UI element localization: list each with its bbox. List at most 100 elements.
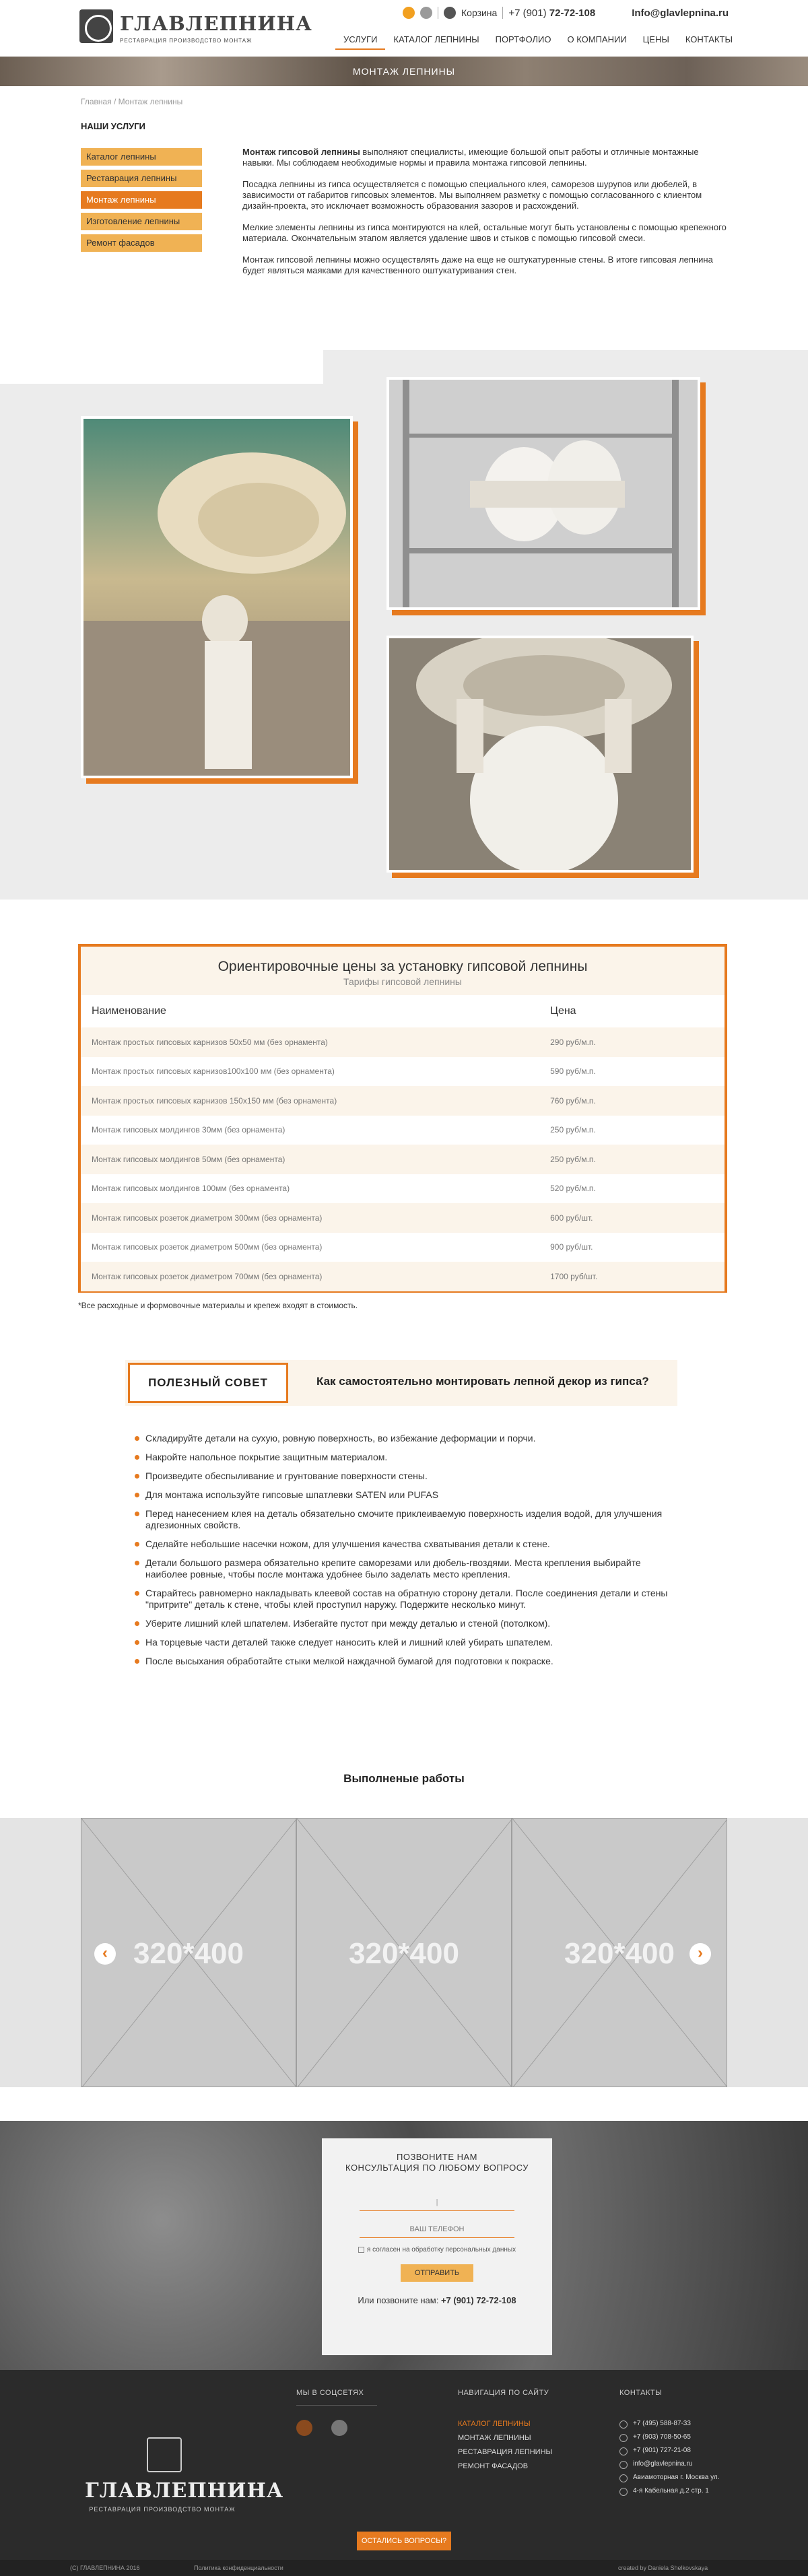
sidebar-item-restoration[interactable]: Реставрация лепнины: [81, 170, 202, 187]
header-phone[interactable]: +7 (901) 72-72-108: [508, 7, 595, 19]
site-logo[interactable]: ГЛАВЛЕПНИНА РЕСТАВРАЦИЯ ПРОИЗВОДСТВО МОН…: [79, 9, 312, 47]
list-item: Перед нанесением клея на деталь обязател…: [135, 1508, 673, 1531]
questions-button[interactable]: ОСТАЛИСЬ ВОПРОСЫ?: [357, 2532, 451, 2550]
nav-item-contacts[interactable]: КОНТАКТЫ: [677, 31, 741, 50]
photo-section-notch: [0, 350, 323, 384]
odnoklassniki-icon[interactable]: [403, 7, 415, 19]
price-table-subtitle: Тарифы гипсовой лепнины: [343, 976, 462, 987]
footer-social-title: МЫ В СОЦСЕТЯХ: [296, 2389, 364, 2397]
main-nav: УСЛУГИ КАТАЛОГ ЛЕПНИНЫ ПОРТФОЛИО О КОМПА…: [335, 31, 741, 50]
footer-logo[interactable]: ГЛАВЛЕПНИНА РЕСТАВРАЦИЯ ПРОИЗВОДСТВО МОН…: [85, 2437, 284, 2518]
contact-address-line-2: 4-я Кабельная д.2 стр. 1: [619, 2484, 720, 2498]
table-row: Монтаж простых гипсовых карнизов 50х50 м…: [81, 1027, 725, 1057]
row-price: 900 руб/шт.: [550, 1242, 593, 1252]
privacy-policy-link[interactable]: Политика конфиденциальности: [194, 2565, 283, 2571]
row-price: 760 руб/м.п.: [550, 1095, 596, 1106]
table-row: Монтаж простых гипсовых карнизов100х100 …: [81, 1057, 725, 1087]
header-email[interactable]: Info@glavlepnina.ru: [632, 7, 729, 19]
column-header-price: Цена: [550, 1005, 576, 1017]
site-header: ГЛАВЛЕПНИНА РЕСТАВРАЦИЯ ПРОИЗВОДСТВО МОН…: [0, 0, 808, 57]
logo-emblem-icon: [79, 9, 113, 43]
contact-email[interactable]: info@glavlepnina.ru: [619, 2458, 720, 2471]
slide-placeholder-label: 320*400: [349, 1937, 459, 1970]
photo-rosette-image: [389, 632, 691, 874]
breadcrumb[interactable]: Главная / Монтаж лепнины: [81, 97, 182, 106]
logo-name: ГЛАВЛЕПНИНА: [120, 12, 312, 35]
table-row: Монтаж гипсовых молдингов 100мм (без орн…: [81, 1174, 725, 1204]
submit-button[interactable]: ОТПРАВИТЬ: [401, 2264, 473, 2282]
column-header-name: Наименование: [92, 1005, 166, 1017]
table-row: Монтаж гипсовых молдингов 30мм (без орна…: [81, 1116, 725, 1145]
row-price: 600 руб/шт.: [550, 1213, 593, 1223]
works-title: Выполненые работы: [343, 1772, 465, 1785]
sidebar-item-manufacturing[interactable]: Изготовление лепнины: [81, 213, 202, 230]
contact-phone[interactable]: +7 (903) 708-50-65: [619, 2431, 720, 2444]
footer-nav-facades[interactable]: РЕМОНТ ФАСАДОВ: [458, 2460, 552, 2474]
table-row: Монтаж гипсовых розеток диаметром 700мм …: [81, 1262, 725, 1291]
price-table-title: Ориентировочные цены за установку гипсов…: [217, 959, 588, 974]
sidebar-item-catalog[interactable]: Каталог лепнины: [81, 148, 202, 166]
form-title-line-1: ПОЗВОНИТЕ НАМ: [396, 2152, 477, 2162]
divider: [502, 7, 504, 19]
row-name: Монтаж гипсовых молдингов 100мм (без орн…: [92, 1184, 290, 1194]
price-table-header: Ориентировочные цены за установку гипсов…: [81, 947, 725, 995]
list-item: Накройте напольное покрытие защитным мат…: [135, 1452, 673, 1463]
designer-credit[interactable]: created by Daniela Shelkovskaya: [618, 2565, 708, 2571]
table-row: Монтаж гипсовых розеток диаметром 300мм …: [81, 1203, 725, 1233]
footer-bottom-bar: (C) ГЛАВЛЕПНИНА 2016 Политика конфиденци…: [0, 2560, 808, 2576]
row-name: Монтаж простых гипсовых карнизов 50х50 м…: [92, 1037, 328, 1047]
nav-item-catalog[interactable]: КАТАЛОГ ЛЕПНИНЫ: [385, 31, 487, 50]
table-row: Монтаж гипсовых молдингов 50мм (без орна…: [81, 1145, 725, 1174]
or-call-text: Или позвоните нам: +7 (901) 72-72-108: [322, 2295, 552, 2305]
footer-nav-installation[interactable]: МОНТАЖ ЛЕПНИНЫ: [458, 2431, 552, 2445]
nav-item-about[interactable]: О КОМПАНИИ: [559, 31, 634, 50]
nav-item-services[interactable]: УСЛУГИ: [335, 31, 386, 50]
form-title: ПОЗВОНИТЕ НАМ КОНСУЛЬТАЦИЯ ПО ЛЮБОМУ ВОП…: [322, 2152, 552, 2173]
page-banner: МОНТАЖ ЛЕПНИНЫ: [0, 57, 808, 86]
list-item: Для монтажа используйте гипсовые шпатлев…: [135, 1489, 673, 1501]
intro-bold-lead: Монтаж гипсовой лепнины: [242, 147, 360, 157]
or-call-label: Или позвоните нам:: [358, 2295, 439, 2305]
sidebar-item-facades[interactable]: Ремонт фасадов: [81, 234, 202, 252]
logo-emblem-icon: [147, 2437, 182, 2472]
facebook-icon[interactable]: [331, 2420, 347, 2436]
gallery-prev-button[interactable]: ‹: [94, 1943, 116, 1965]
or-call-phone[interactable]: +7 (901) 72-72-108: [441, 2295, 516, 2305]
footer-nav-restoration[interactable]: РЕСТАВРАЦИЯ ЛЕПНИНЫ: [458, 2445, 552, 2460]
nav-item-prices[interactable]: ЦЕНЫ: [635, 31, 677, 50]
row-name: Монтаж гипсовых розеток диаметром 700мм …: [92, 1271, 323, 1281]
odnoklassniki-icon[interactable]: [296, 2420, 312, 2436]
list-item: После высыхания обработайте стыки мелкой…: [135, 1656, 673, 1667]
price-table-body: Монтаж простых гипсовых карнизов 50х50 м…: [81, 1027, 725, 1291]
contact-phone[interactable]: +7 (495) 588-87-33: [619, 2417, 720, 2431]
footer-nav-catalog[interactable]: КАТАЛОГ ЛЕПНИНЫ: [458, 2417, 552, 2431]
advice-tips-list: Складируйте детали на сухую, ровную пове…: [135, 1433, 673, 1674]
consent-row[interactable]: я согласен на обработку персональных дан…: [322, 2246, 552, 2253]
phone-field[interactable]: [360, 2221, 514, 2238]
row-name: Монтаж простых гипсовых карнизов 150х150…: [92, 1095, 337, 1106]
row-price: 590 руб/м.п.: [550, 1066, 596, 1077]
footer-logo-name: ГЛАВЛЕПНИНА: [85, 2479, 284, 2503]
cart-link[interactable]: Корзина: [461, 7, 497, 18]
cart-icon[interactable]: [444, 7, 456, 19]
gallery-slide[interactable]: 320*400: [296, 1818, 512, 2087]
intro-paragraph-3: Мелкие элементы лепнины из гипса монтиру…: [242, 222, 727, 243]
consent-checkbox[interactable]: [358, 2246, 364, 2253]
phone-prefix: +7 (901): [508, 7, 547, 19]
facebook-icon[interactable]: [420, 7, 432, 19]
gallery-next-button[interactable]: ›: [689, 1943, 711, 1965]
sidebar-title: НАШИ УСЛУГИ: [81, 121, 145, 131]
row-price: 250 руб/м.п.: [550, 1154, 596, 1164]
nav-item-portfolio[interactable]: ПОРТФОЛИО: [487, 31, 560, 50]
photo-scaffold-work: [386, 377, 700, 610]
list-item: Старайтесь равномерно накладывать клеево…: [135, 1588, 673, 1611]
phone-main: 72-72-108: [549, 7, 596, 19]
row-name: Монтаж простых гипсовых карнизов100х100 …: [92, 1066, 335, 1077]
name-field[interactable]: [360, 2194, 514, 2211]
contact-phone[interactable]: +7 (901) 727-21-08: [619, 2444, 720, 2458]
list-item: Складируйте детали на сухую, ровную пове…: [135, 1433, 673, 1444]
page-title: МОНТАЖ ЛЕПНИНЫ: [352, 66, 456, 77]
sidebar-item-installation[interactable]: Монтаж лепнины: [81, 191, 202, 209]
table-row: Монтаж гипсовых розеток диаметром 500мм …: [81, 1233, 725, 1262]
footer-nav: КАТАЛОГ ЛЕПНИНЫ МОНТАЖ ЛЕПНИНЫ РЕСТАВРАЦ…: [458, 2417, 552, 2474]
